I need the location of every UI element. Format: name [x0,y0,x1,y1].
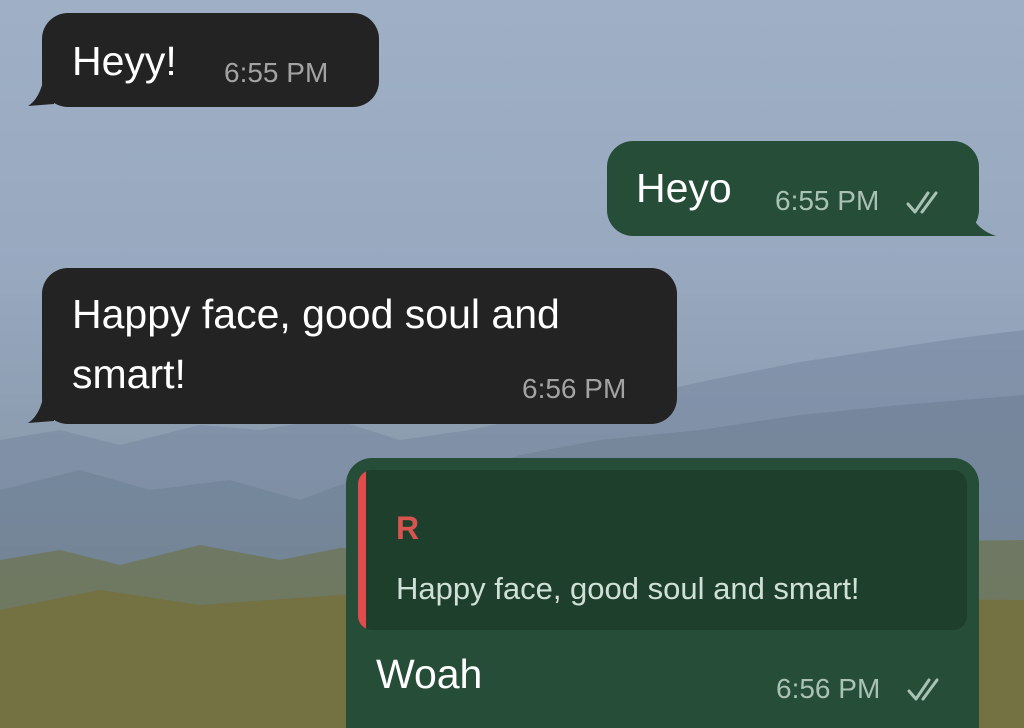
double-check-icon [907,678,939,701]
message-text: Heyy! [72,38,177,84]
message-timestamp: 6:55 PM [775,185,880,216]
message-timestamp: 6:56 PM [522,373,627,404]
outgoing-message-bubble[interactable]: Heyo 6:55 PM [607,141,979,236]
outgoing-bubble-tail [952,190,996,236]
chat-view: Heyy! 6:55 PM Heyo 6:55 PM Happy face, g… [0,0,1024,728]
message-timestamp: 6:56 PM [776,673,881,704]
message-text-line: smart! [72,351,186,397]
reply-quote-accent-bar [358,470,366,630]
incoming-bubble-tail [28,377,54,423]
incoming-message-bubble[interactable]: Happy face, good soul and smart! 6:56 PM [42,268,677,424]
message-text: Heyo [636,165,732,211]
message-text: Woah [376,651,483,697]
incoming-message-bubble[interactable]: Heyy! 6:55 PM [42,13,379,107]
message-timestamp: 6:55 PM [224,57,329,88]
reply-quote-text: Happy face, good soul and smart! [396,571,860,606]
reply-quote[interactable]: R Happy face, good soul and smart! [358,470,967,630]
double-check-icon [906,191,938,214]
reply-quote-author: R [396,510,420,546]
outgoing-reply-message-bubble[interactable]: R Happy face, good soul and smart! Woah … [346,458,979,728]
incoming-bubble-tail [28,60,54,106]
message-text-line: Happy face, good soul and [72,291,560,337]
